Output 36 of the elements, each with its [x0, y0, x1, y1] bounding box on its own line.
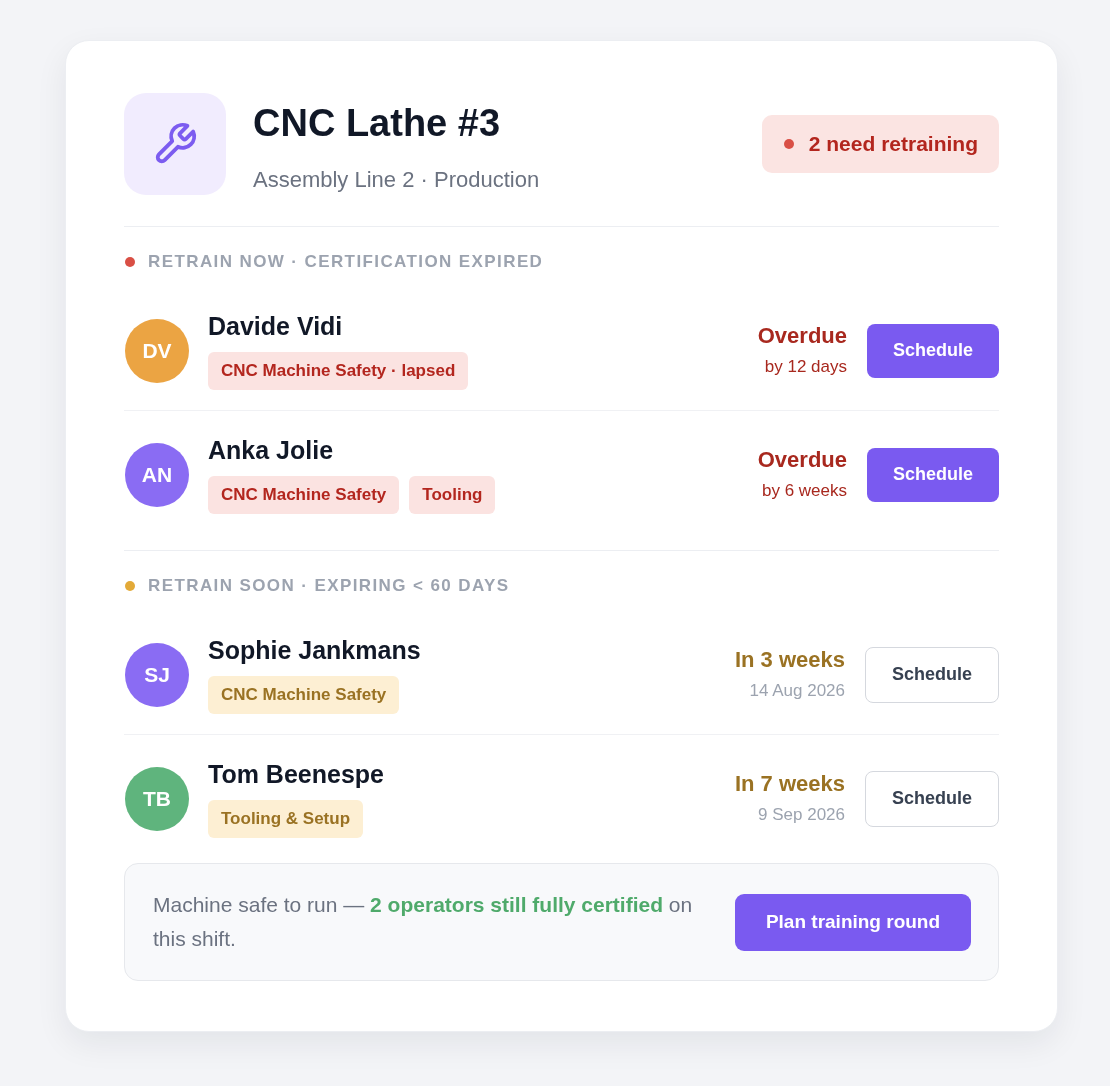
wrench-icon: [124, 93, 226, 195]
section-heading: RETRAIN NOW · CERTIFICATION EXPIRED: [148, 252, 544, 272]
certification-tag: CNC Machine Safety: [208, 676, 400, 714]
machine-title: CNC Lathe #3: [253, 101, 502, 146]
due-detail: 14 Aug 2026: [748, 680, 845, 702]
dot-icon: [125, 257, 135, 267]
person-name: Sophie Jankmans: [208, 635, 422, 665]
avatar: TB: [125, 766, 189, 831]
alert-label: 2 need retraining: [808, 132, 978, 156]
certification-tag: Tooling & Setup: [208, 800, 364, 838]
avatar: DV: [125, 318, 189, 383]
dot-icon: [125, 581, 135, 591]
summary-note: Machine safe to run — 2 operators still fully certified on this shift.: [153, 892, 694, 952]
avatar: SJ: [125, 642, 189, 707]
person-name: Tom Beenespe: [208, 759, 385, 789]
schedule-button[interactable]: Schedule: [867, 323, 999, 378]
due-status: Overdue: [757, 447, 847, 473]
person-name: Davide Vidi: [208, 311, 344, 341]
machine-subtitle: Assembly Line 2 · Production: [253, 166, 541, 194]
dot-icon: [783, 139, 794, 149]
schedule-button[interactable]: Schedule: [865, 770, 999, 827]
due-status: Overdue: [757, 323, 847, 349]
due-detail: 9 Sep 2026: [757, 804, 845, 826]
section-heading: RETRAIN SOON · EXPIRING < 60 DAYS: [148, 576, 510, 596]
schedule-button[interactable]: Schedule: [865, 646, 999, 703]
due-detail: by 6 weeks: [760, 480, 847, 502]
plan-training-button[interactable]: Plan training round: [735, 893, 971, 951]
certification-tag: Tooling: [409, 476, 496, 514]
certification-tag: CNC Machine Safety: [208, 476, 400, 514]
due-status: In 7 weeks: [734, 771, 845, 797]
schedule-button[interactable]: Schedule: [867, 447, 999, 502]
due-status: In 3 weeks: [734, 647, 845, 673]
due-detail: by 12 days: [763, 356, 847, 378]
person-name: Anka Jolie: [208, 435, 335, 465]
certification-tag: CNC Machine Safety · lapsed: [208, 352, 469, 390]
avatar: AN: [125, 442, 189, 507]
